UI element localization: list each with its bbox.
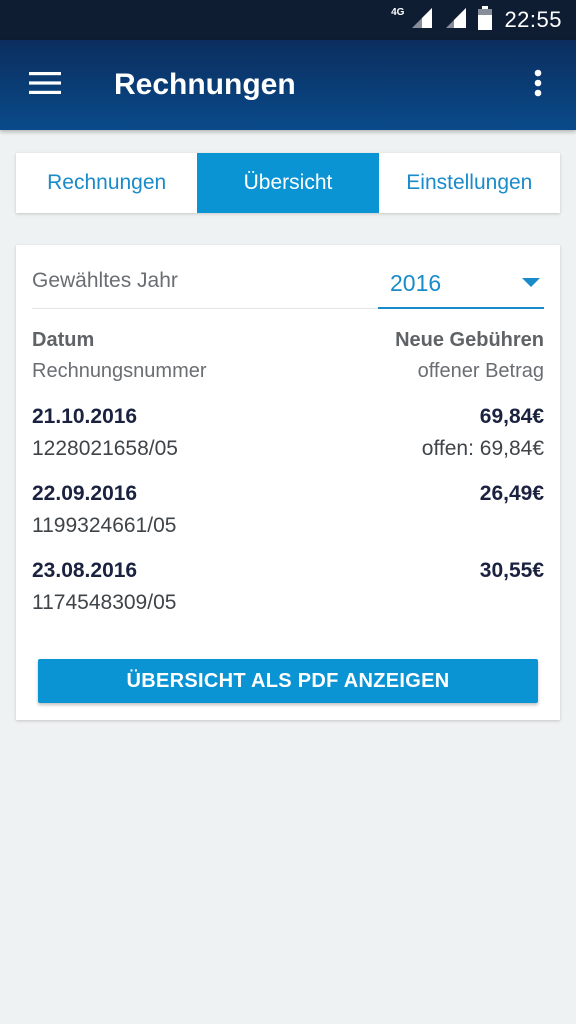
invoice-row[interactable]: 22.09.2016 26,49€ 1199324661/05 [32,482,544,538]
invoice-row[interactable]: 23.08.2016 30,55€ 1174548309/05 [32,559,544,615]
invoice-number: 1228021658/05 [32,437,178,460]
invoice-number: 1199324661/05 [32,514,177,537]
dropdown-arrow-icon [522,275,540,293]
signal-icon [410,6,434,35]
invoice-open-amount: offen: 69,84€ [421,437,544,460]
tab-einstellungen[interactable]: Einstellungen [379,153,560,213]
overview-card: Gewähltes Jahr 2016 Datum Neue Gebühren … [16,245,560,720]
column-header-fees: Neue Gebühren [395,329,544,351]
page-title: Rechnungen [114,68,296,101]
signal-icon-2 [444,6,468,35]
year-dropdown[interactable]: 2016 [378,261,544,309]
table-header: Datum Neue Gebühren Rechnungsnummer offe… [32,329,544,383]
tab-uebersicht[interactable]: Übersicht [197,153,379,213]
hamburger-menu-icon [29,71,61,100]
invoice-date: 21.10.2016 [32,405,138,428]
clock: 22:55 [504,7,562,32]
menu-button[interactable] [0,40,90,130]
year-dropdown-value: 2016 [390,270,442,296]
invoice-amount: 30,55€ [479,559,544,582]
tab-bar: Rechnungen Übersicht Einstellungen [16,153,560,213]
app-bar: Rechnungen [0,40,576,130]
more-vert-icon [534,69,542,102]
overflow-menu-button[interactable] [500,40,576,130]
battery-icon [478,5,493,35]
column-subheader-number: Rechnungsnummer [32,360,207,382]
invoice-number: 1174548309/05 [32,591,177,614]
column-header-date: Datum [32,329,95,351]
tab-rechnungen[interactable]: Rechnungen [16,153,197,213]
year-filter-label: Gewähltes Jahr [32,268,178,292]
year-filter-row: Gewähltes Jahr 2016 [32,253,544,309]
show-pdf-button[interactable]: ÜBERSICHT ALS PDF ANZEIGEN [38,659,538,703]
invoice-date: 23.08.2016 [32,559,138,582]
invoice-date: 22.09.2016 [32,482,138,505]
invoice-row[interactable]: 21.10.2016 69,84€ 1228021658/05 offen: 6… [32,405,544,461]
network-type-label: 4G [391,6,405,18]
invoice-amount: 69,84€ [479,405,544,428]
status-bar: 4G 22:55 [0,0,576,40]
invoice-amount: 26,49€ [479,482,544,505]
column-subheader-open: offener Betrag [417,360,544,382]
